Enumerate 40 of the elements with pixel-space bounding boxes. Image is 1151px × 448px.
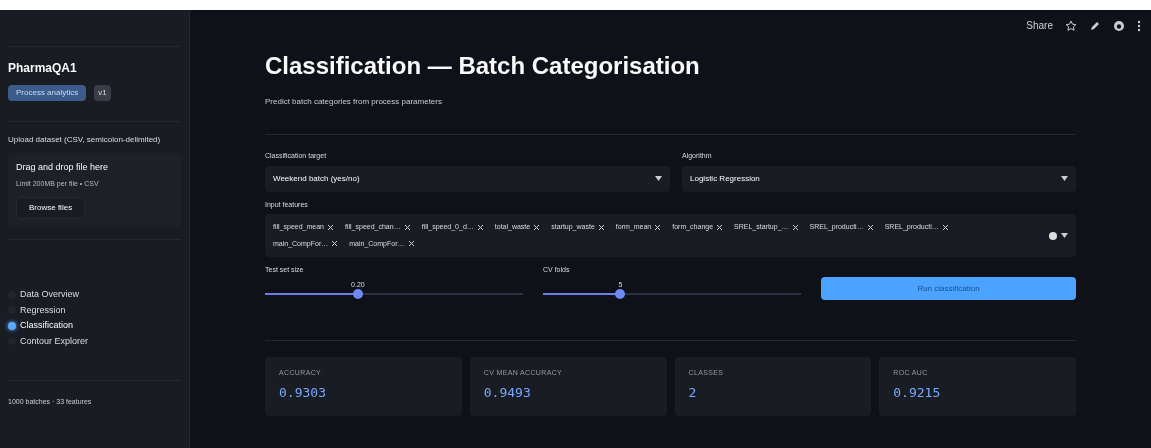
close-icon[interactable] [717,224,723,230]
pencil-icon[interactable] [1089,19,1101,32]
close-icon[interactable] [792,224,798,230]
badge: Process analytics [8,85,87,101]
close-icon[interactable] [332,241,338,247]
app-title: PharmaQA1 [8,60,78,77]
close-icon[interactable] [942,224,948,230]
share-button[interactable]: Share [1026,18,1053,33]
browse-files-button[interactable]: Browse files [16,197,86,219]
slider-thumb[interactable] [615,288,626,299]
metric-value: 0.9215 [893,383,942,402]
slider-thumb[interactable] [352,288,363,299]
nav-radio-item[interactable]: Contour Explorer [8,334,181,348]
drop-text: Drag and drop file here [16,161,109,174]
metric-value: 0.9303 [279,383,327,402]
badge: v1 [94,85,111,101]
page-subtitle: Predict batch categories from process parameters [265,96,443,108]
metric-value: 0.9493 [483,383,532,402]
upload-label: Upload dataset (CSV, semicolon-delimited) [8,134,162,145]
close-icon[interactable] [408,241,414,247]
nav-radio-item[interactable]: Classification [8,319,181,333]
close-icon[interactable] [598,224,604,230]
more-icon[interactable] [1137,19,1141,32]
close-icon[interactable] [328,224,333,230]
caret-icon [655,176,662,181]
close-icon[interactable] [867,224,873,230]
close-icon[interactable] [534,224,540,230]
nav-radio-item[interactable]: Regression [8,303,181,317]
caret-icon[interactable] [1061,233,1068,238]
algorithm-select[interactable]: Logistic Regression [682,165,1076,192]
caret-icon [1061,176,1068,181]
target-select[interactable]: Weekend batch (yes/no) [265,165,670,192]
metric-value: 2 [688,383,698,402]
star-icon[interactable] [1065,19,1077,32]
close-icon[interactable] [655,224,661,230]
clear-icon[interactable] [1049,231,1057,240]
page-title: Classification — Batch Categorisation [265,51,701,81]
close-icon[interactable] [477,224,483,230]
close-icon[interactable] [404,224,410,230]
nav-radio-item[interactable]: Data Overview [8,288,181,302]
